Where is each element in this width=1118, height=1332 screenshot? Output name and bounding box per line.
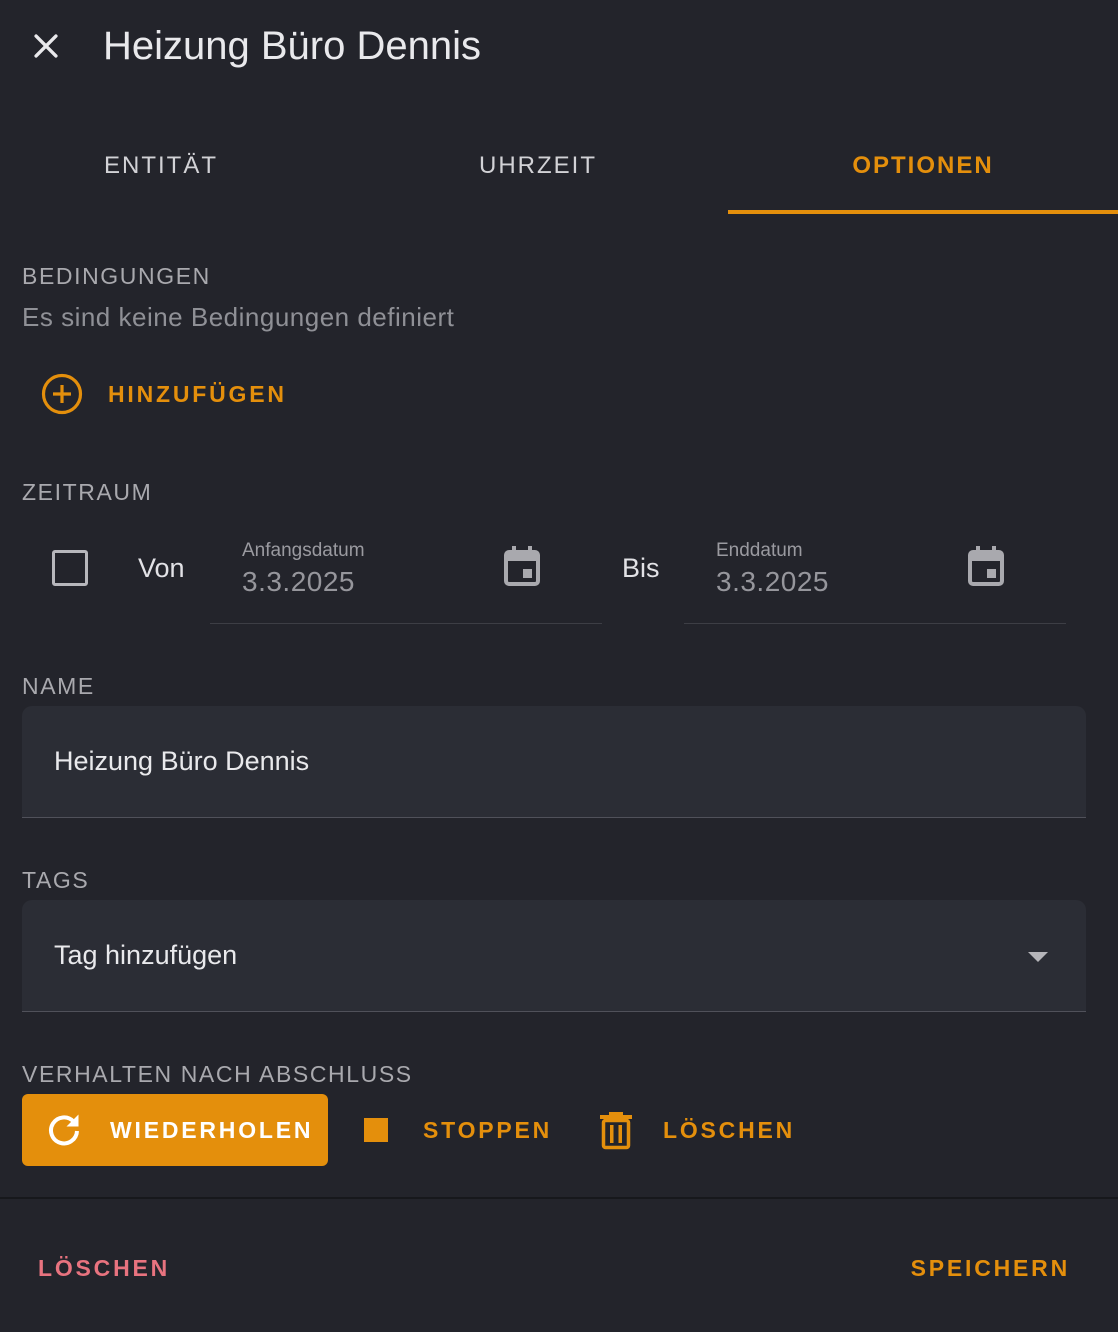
dropdown-arrow-icon bbox=[1028, 952, 1048, 962]
period-checkbox[interactable] bbox=[52, 550, 88, 586]
delete-option-button[interactable]: LÖSCHEN bbox=[592, 1094, 812, 1166]
close-button[interactable] bbox=[22, 22, 70, 70]
add-circle-icon bbox=[41, 373, 83, 415]
tab-entity[interactable]: ENTITÄT bbox=[0, 122, 322, 214]
stop-icon bbox=[364, 1118, 388, 1142]
stop-button[interactable]: STOPPEN bbox=[352, 1094, 572, 1166]
active-tab-indicator bbox=[728, 210, 1118, 214]
delete-option-label: LÖSCHEN bbox=[663, 1116, 796, 1143]
conditions-empty-text: Es sind keine Bedingungen definiert bbox=[22, 302, 455, 332]
repeat-label: WIEDERHOLEN bbox=[110, 1116, 314, 1143]
save-button[interactable]: SPEICHERN bbox=[911, 1236, 1070, 1300]
tab-options[interactable]: OPTIONEN bbox=[728, 122, 1118, 214]
tags-placeholder: Tag hinzufügen bbox=[54, 940, 238, 970]
add-condition-button[interactable]: HINZUFÜGEN bbox=[22, 358, 322, 430]
end-date-field[interactable]: Enddatum 3.3.2025 bbox=[684, 528, 1066, 624]
start-date-caption: Anfangsdatum bbox=[242, 540, 365, 561]
name-heading: NAME bbox=[22, 673, 95, 699]
trash-icon bbox=[600, 1112, 632, 1150]
stop-label: STOPPEN bbox=[423, 1116, 553, 1143]
tab-bar: ENTITÄT UHRZEIT OPTIONEN bbox=[0, 122, 1118, 214]
dialog-header: Heizung Büro Dennis bbox=[0, 0, 1118, 92]
tags-select[interactable]: Tag hinzufügen bbox=[22, 900, 1086, 1012]
after-completion-heading: VERHALTEN NACH ABSCHLUSS bbox=[22, 1061, 413, 1087]
period-heading: ZEITRAUM bbox=[22, 479, 153, 505]
calendar-icon bbox=[968, 546, 1004, 586]
close-icon bbox=[34, 34, 58, 58]
footer-divider bbox=[0, 1197, 1118, 1199]
tags-heading: TAGS bbox=[22, 867, 90, 893]
tab-time[interactable]: UHRZEIT bbox=[350, 122, 726, 214]
to-label: Bis bbox=[622, 553, 660, 583]
name-input-value: Heizung Büro Dennis bbox=[54, 746, 310, 776]
end-date-caption: Enddatum bbox=[716, 540, 803, 561]
add-condition-label: HINZUFÜGEN bbox=[108, 380, 287, 407]
repeat-icon bbox=[49, 1114, 79, 1146]
conditions-heading: BEDINGUNGEN bbox=[22, 263, 211, 289]
start-date-field[interactable]: Anfangsdatum 3.3.2025 bbox=[210, 528, 602, 624]
dialog-title: Heizung Büro Dennis bbox=[103, 24, 481, 68]
delete-button[interactable]: LÖSCHEN bbox=[38, 1236, 170, 1300]
from-label: Von bbox=[138, 553, 185, 583]
start-date-value: 3.3.2025 bbox=[242, 566, 355, 597]
name-input[interactable]: Heizung Büro Dennis bbox=[22, 706, 1086, 818]
repeat-button[interactable]: WIEDERHOLEN bbox=[22, 1094, 328, 1166]
calendar-icon bbox=[504, 546, 540, 586]
end-date-value: 3.3.2025 bbox=[716, 566, 829, 597]
